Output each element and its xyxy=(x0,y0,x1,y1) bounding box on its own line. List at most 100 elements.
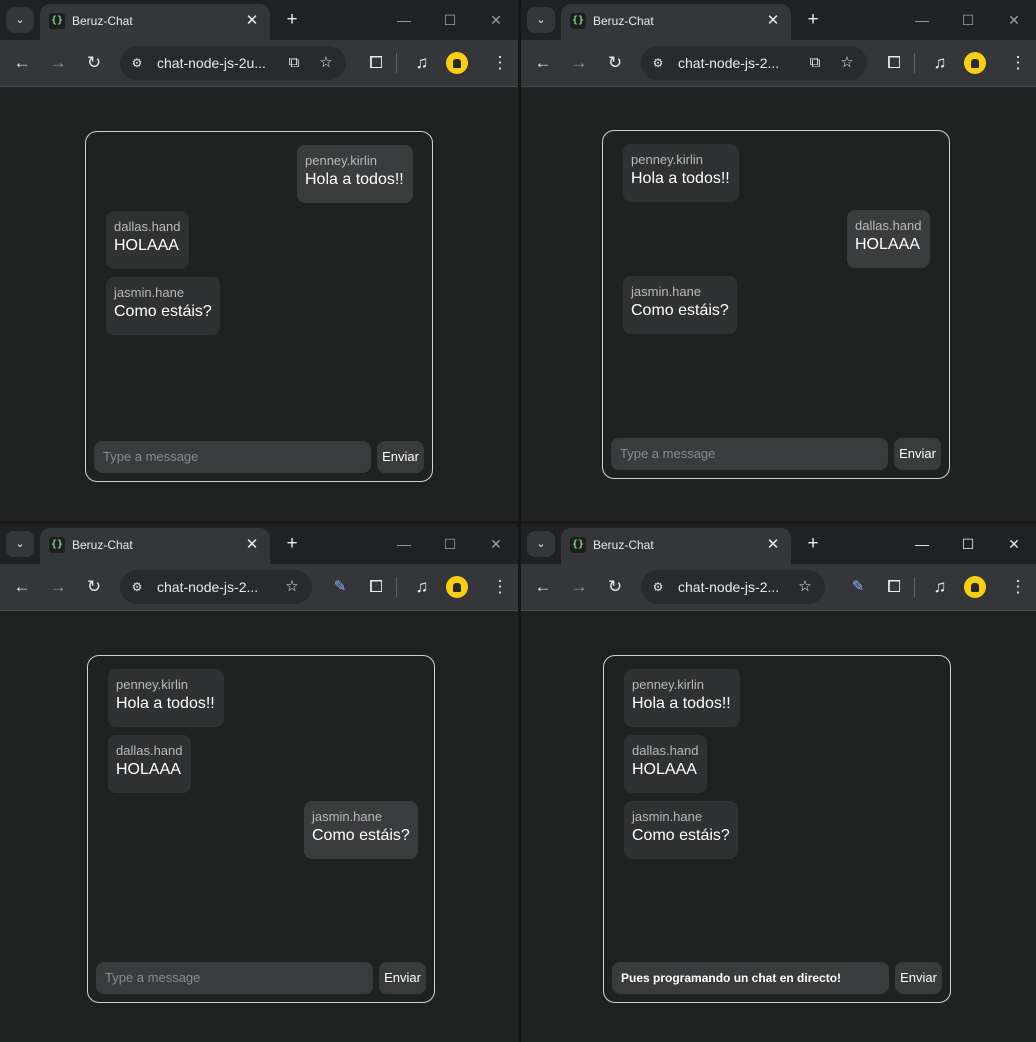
close-icon[interactable]: ✕ xyxy=(482,6,510,34)
toolbar-separator xyxy=(396,577,397,597)
media-queue-icon[interactable]: ♫ xyxy=(410,51,434,75)
code-braces-icon: {} xyxy=(570,13,586,29)
profile-lock-icon[interactable] xyxy=(446,576,468,598)
plus-icon[interactable]: + xyxy=(280,532,304,556)
address-bar[interactable]: ⚙ chat-node-js-2... ☆ ⧉ xyxy=(641,46,867,80)
puzzle-icon[interactable]: ⧠ xyxy=(882,51,906,75)
minimize-icon[interactable]: — xyxy=(908,6,936,34)
tab-close-icon[interactable]: ✕ xyxy=(242,535,262,555)
more-vert-icon[interactable]: ⋮ xyxy=(1006,51,1030,75)
maximize-icon[interactable]: ☐ xyxy=(954,6,982,34)
minimize-icon[interactable]: — xyxy=(390,530,418,558)
arrow-left-icon[interactable]: ← xyxy=(531,51,555,75)
more-vert-icon[interactable]: ⋮ xyxy=(1006,575,1030,599)
puzzle-icon[interactable]: ⧠ xyxy=(364,575,388,599)
close-icon[interactable]: ✕ xyxy=(482,530,510,558)
plus-icon[interactable]: + xyxy=(801,532,825,556)
profile-lock-icon[interactable] xyxy=(446,52,468,74)
url-text: chat-node-js-2... xyxy=(157,579,259,595)
chat-message: dallas.hand HOLAAA xyxy=(847,210,930,268)
maximize-icon[interactable]: ☐ xyxy=(436,6,464,34)
arrow-left-icon[interactable]: ← xyxy=(531,575,555,599)
minimize-icon[interactable]: — xyxy=(908,530,936,558)
message-input[interactable]: Type a message xyxy=(611,438,888,470)
message-text: Como estáis? xyxy=(114,303,212,320)
profile-lock-icon[interactable] xyxy=(964,576,986,598)
eyedropper-icon[interactable]: ✎ xyxy=(846,575,870,599)
send-button[interactable]: Enviar xyxy=(377,441,424,473)
minimize-icon[interactable]: — xyxy=(390,6,418,34)
message-username: dallas.hand xyxy=(116,743,183,758)
toolbar-separator xyxy=(914,577,915,597)
media-queue-icon[interactable]: ♫ xyxy=(928,575,952,599)
address-bar[interactable]: ⚙ chat-node-js-2... ☆ xyxy=(120,570,312,604)
puzzle-icon[interactable]: ⧠ xyxy=(364,51,388,75)
eyedropper-icon[interactable]: ✎ xyxy=(328,575,352,599)
arrow-right-icon[interactable]: → xyxy=(46,575,70,599)
tune-icon[interactable]: ⚙ xyxy=(649,578,667,596)
chat-message: jasmin.hane Como estáis? xyxy=(624,801,738,859)
chevron-down-icon[interactable]: ⌄ xyxy=(527,7,555,33)
maximize-icon[interactable]: ☐ xyxy=(436,530,464,558)
star-icon[interactable]: ☆ xyxy=(795,577,815,597)
plus-icon[interactable]: + xyxy=(801,8,825,32)
chat-message: penney.kirlin Hola a todos!! xyxy=(623,144,739,202)
arrow-right-icon[interactable]: → xyxy=(46,51,70,75)
chevron-down-icon[interactable]: ⌄ xyxy=(6,531,34,557)
star-icon[interactable]: ☆ xyxy=(282,577,302,597)
close-icon[interactable]: ✕ xyxy=(1000,530,1028,558)
message-username: penney.kirlin xyxy=(116,677,189,692)
message-username: jasmin.hane xyxy=(631,284,702,299)
browser-window-4: ⌄ {} Beruz-Chat ✕ + — ☐ ✕ ← → ↻ ⚙ chat-node-js-2... ☆… xyxy=(521,524,1036,1042)
profile-lock-icon[interactable] xyxy=(964,52,986,74)
puzzle-icon[interactable]: ⧠ xyxy=(882,575,906,599)
arrow-left-icon[interactable]: ← xyxy=(10,575,34,599)
reload-icon[interactable]: ↻ xyxy=(603,51,627,75)
message-text: HOLAAA xyxy=(116,761,181,778)
message-username: jasmin.hane xyxy=(312,809,383,824)
arrow-left-icon[interactable]: ← xyxy=(10,51,34,75)
tab-strip: ⌄ {} Beruz-Chat ✕ + — ☐ ✕ xyxy=(0,0,518,40)
message-text: Hola a todos!! xyxy=(305,171,404,188)
tab-close-icon[interactable]: ✕ xyxy=(763,11,783,31)
message-input[interactable]: Type a message xyxy=(96,962,373,994)
address-bar[interactable]: ⚙ chat-node-js-2... ☆ xyxy=(641,570,825,604)
toolbar: ← → ↻ ⚙ chat-node-js-2... ☆ ⋮ ♫ ⧠ ✎ xyxy=(0,564,518,611)
toolbar: ← → ↻ ⚙ chat-node-js-2u... ☆ ⧉ ⋮ ♫ ⧠ xyxy=(0,40,518,87)
toolbar: ← → ↻ ⚙ chat-node-js-2... ☆ ⋮ ♫ ⧠ ✎ xyxy=(521,564,1036,611)
tune-icon[interactable]: ⚙ xyxy=(128,54,146,72)
address-bar[interactable]: ⚙ chat-node-js-2u... ☆ ⧉ xyxy=(120,46,346,80)
tab-beruz-chat[interactable]: {} Beruz-Chat ✕ xyxy=(561,4,791,40)
tune-icon[interactable]: ⚙ xyxy=(649,54,667,72)
maximize-icon[interactable]: ☐ xyxy=(954,530,982,558)
media-queue-icon[interactable]: ♫ xyxy=(410,575,434,599)
media-queue-icon[interactable]: ♫ xyxy=(928,51,952,75)
reload-icon[interactable]: ↻ xyxy=(82,51,106,75)
close-icon[interactable]: ✕ xyxy=(1000,6,1028,34)
reload-icon[interactable]: ↻ xyxy=(603,575,627,599)
tab-close-icon[interactable]: ✕ xyxy=(763,535,783,555)
translate-icon[interactable]: ⧉ xyxy=(284,53,304,73)
reload-icon[interactable]: ↻ xyxy=(82,575,106,599)
tab-beruz-chat[interactable]: {} Beruz-Chat ✕ xyxy=(561,528,791,564)
plus-icon[interactable]: + xyxy=(280,8,304,32)
tab-title: Beruz-Chat xyxy=(593,14,654,28)
tune-icon[interactable]: ⚙ xyxy=(128,578,146,596)
message-input[interactable]: Pues programando un chat en directo! xyxy=(612,962,889,994)
message-input[interactable]: Type a message xyxy=(94,441,371,473)
chevron-down-icon[interactable]: ⌄ xyxy=(527,531,555,557)
star-icon[interactable]: ☆ xyxy=(837,53,857,73)
tab-beruz-chat[interactable]: {} Beruz-Chat ✕ xyxy=(40,4,270,40)
star-icon[interactable]: ☆ xyxy=(316,53,336,73)
translate-icon[interactable]: ⧉ xyxy=(805,53,825,73)
tab-close-icon[interactable]: ✕ xyxy=(242,11,262,31)
tab-beruz-chat[interactable]: {} Beruz-Chat ✕ xyxy=(40,528,270,564)
send-button[interactable]: Enviar xyxy=(379,962,426,994)
send-button[interactable]: Enviar xyxy=(895,962,942,994)
arrow-right-icon[interactable]: → xyxy=(567,575,591,599)
more-vert-icon[interactable]: ⋮ xyxy=(488,51,512,75)
send-button[interactable]: Enviar xyxy=(894,438,941,470)
arrow-right-icon[interactable]: → xyxy=(567,51,591,75)
more-vert-icon[interactable]: ⋮ xyxy=(488,575,512,599)
chevron-down-icon[interactable]: ⌄ xyxy=(6,7,34,33)
